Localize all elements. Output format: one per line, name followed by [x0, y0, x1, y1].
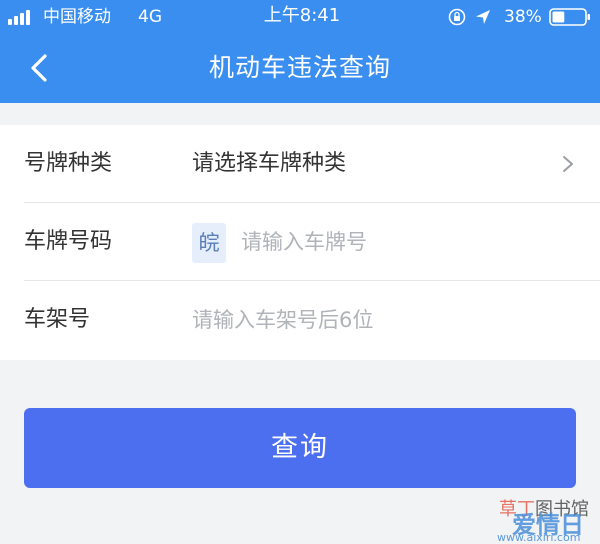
plate-number-label: 车牌号码 [24, 229, 113, 254]
page-title: 机动车违法查询 [208, 53, 391, 82]
chevron-right-icon [563, 156, 573, 172]
plate-type-label: 号牌种类 [24, 151, 113, 176]
app-header: 中国移动 4G 上午8:41 38% 机动车违法查询 [0, 0, 600, 103]
vin-label: 车架号 [24, 307, 91, 332]
status-bar: 中国移动 4G 上午8:41 38% [0, 0, 600, 36]
carrier-name: 中国移动 [43, 7, 111, 27]
plate-type-row[interactable]: 号牌种类 请选择车牌种类 [0, 125, 600, 203]
status-time: 上午8:41 [263, 5, 341, 26]
vin-input[interactable]: 请输入车架号后6位 [192, 306, 373, 334]
plate-number-row: 车牌号码 皖 请输入车牌号 [0, 203, 600, 281]
plate-type-select[interactable]: 请选择车牌种类 [192, 150, 346, 178]
province-selector[interactable]: 皖 [192, 223, 226, 263]
lock-rotation-icon [448, 8, 466, 26]
signal-icon [8, 9, 38, 25]
location-icon [476, 10, 490, 24]
vin-row: 车架号 请输入车架号后6位 [0, 281, 600, 359]
query-button[interactable]: 查询 [24, 408, 576, 488]
watermark-url: www.aixiri.com [497, 531, 581, 544]
chevron-left-icon [31, 54, 47, 82]
battery-percent: 38% [504, 7, 542, 27]
plate-number-input[interactable]: 请输入车牌号 [241, 228, 367, 256]
battery-icon [549, 8, 590, 26]
query-form: 号牌种类 请选择车牌种类 车牌号码 皖 请输入车牌号 车架号 请输入车架号后6位 [0, 125, 600, 360]
network-type: 4G [138, 7, 162, 27]
back-button[interactable] [22, 50, 58, 86]
